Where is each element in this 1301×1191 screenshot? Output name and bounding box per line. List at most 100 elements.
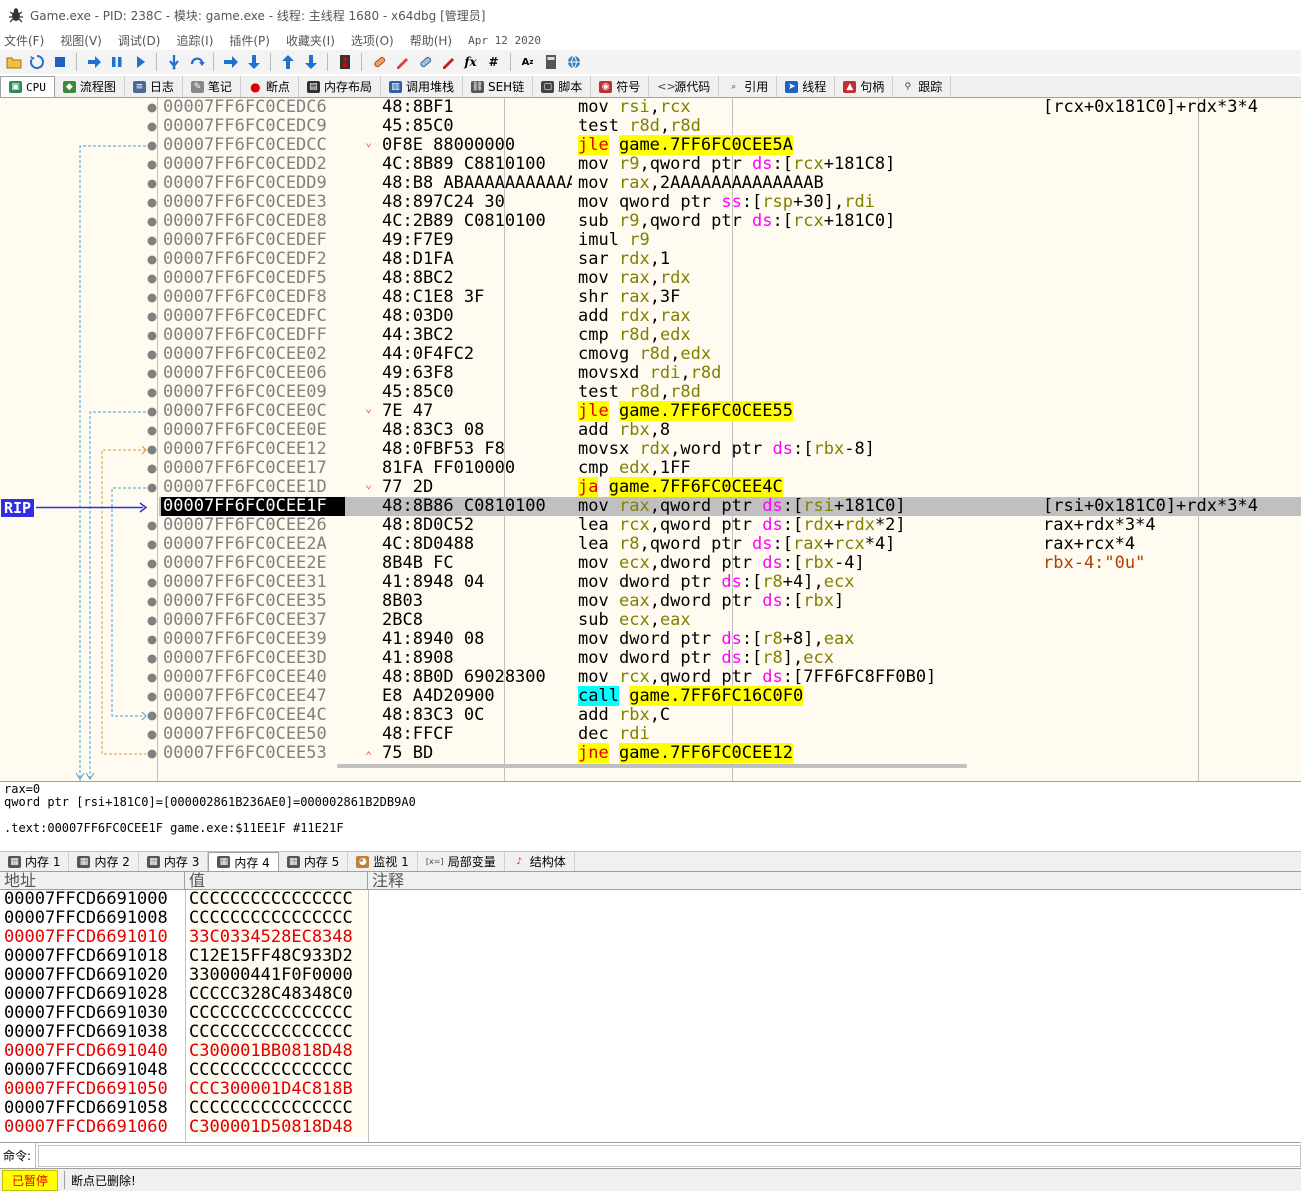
tab-script[interactable]: ▢ 脚本: [533, 76, 592, 97]
disasm-row[interactable]: 00007FF6FC0CEDE3 48:897C24 30 mov qword pt…: [159, 193, 1301, 212]
dump-row[interactable]: 00007FFCD6691020 330000441F0F0000: [0, 966, 1301, 985]
disasm-row[interactable]: 00007FF6FC0CEE1F 48:8B86 C0810100 mov rax,…: [159, 497, 1301, 516]
tab-notes[interactable]: ✎ 笔记: [183, 76, 241, 97]
tab-graph[interactable]: ◆ 流程图: [55, 76, 125, 97]
disasm-row[interactable]: ⌄ 00007FF6FC0CEE1D 77 2D ja game.7FF6FC0CEE…: [159, 477, 1301, 497]
stop-trace-icon[interactable]: [335, 53, 354, 72]
tab-log[interactable]: ≡ 日志: [125, 76, 183, 97]
dump-row[interactable]: 00007FFCD6691008 CCCCCCCCCCCCCCCC: [0, 909, 1301, 928]
function-icon[interactable]: fx: [461, 53, 480, 72]
trace-into-icon[interactable]: [221, 53, 240, 72]
disasm-row[interactable]: ⌄ 00007FF6FC0CEDCC 0F8E 88000000 jle game.7…: [159, 135, 1301, 155]
disasm-row[interactable]: 00007FF6FC0CEE35 8B03 mov eax,dword ptr ds…: [159, 592, 1301, 611]
trace-over-icon[interactable]: [244, 53, 263, 72]
label-icon[interactable]: [415, 53, 434, 72]
tab-trace[interactable]: ⚲ 跟踪: [893, 76, 952, 97]
dump-row[interactable]: 00007FFCD6691010 33C0334528EC8348: [0, 928, 1301, 947]
command-input[interactable]: [38, 1144, 1301, 1167]
disasm-row[interactable]: 00007FF6FC0CEE3D 41:8908 mov dword ptr ds:…: [159, 649, 1301, 668]
disasm-row[interactable]: 00007FF6FC0CEDF2 48:D1FA sar rdx,1: [159, 250, 1301, 269]
disasm-row[interactable]: 00007FF6FC0CEDF5 48:8BC2 mov rax,rdx: [159, 269, 1301, 288]
tab-seh[interactable]: ⛓ SEH链: [463, 76, 534, 97]
disasm-row[interactable]: 00007FF6FC0CEE39 41:8940 08 mov dword ptr …: [159, 630, 1301, 649]
disasm-row[interactable]: 00007FF6FC0CEDFC 48:03D0 add rdx,rax: [159, 307, 1301, 326]
dump-row[interactable]: 00007FFCD6691030 CCCCCCCCCCCCCCCC: [0, 1004, 1301, 1023]
tab-breakpoints[interactable]: ● 断点: [241, 76, 299, 97]
disasm-row[interactable]: 00007FF6FC0CEE2A 4C:8D0488 lea r8,qword pt…: [159, 535, 1301, 554]
comment-icon[interactable]: [392, 53, 411, 72]
menu-trace[interactable]: 追踪(I): [176, 32, 213, 49]
open-icon[interactable]: [4, 53, 23, 72]
disasm-row[interactable]: 00007FF6FC0CEDC6 48:8BF1 mov rsi,rcx [rcx+0…: [159, 98, 1301, 117]
step-into-icon[interactable]: [164, 53, 183, 72]
tab-memory-4[interactable]: ▦ 内存 4: [208, 852, 279, 871]
disasm-row[interactable]: 00007FF6FC0CEE31 41:8948 04 mov dword ptr …: [159, 573, 1301, 592]
disassembly-table[interactable]: 00007FF6FC0CEDC6 48:8BF1 mov rsi,rcx [rcx+0…: [159, 98, 1301, 781]
restart-icon[interactable]: [27, 53, 46, 72]
disasm-row[interactable]: 00007FF6FC0CEE0E 48:83C3 08 add rbx,8: [159, 421, 1301, 440]
tab-references[interactable]: ⌕ 引用: [719, 76, 778, 97]
dump-row[interactable]: 00007FFCD6691060 C300001D50818D48: [0, 1118, 1301, 1137]
menu-favourites[interactable]: 收藏夹(I): [286, 32, 335, 49]
disasm-row[interactable]: 00007FF6FC0CEDFF 44:3BC2 cmp r8d,edx: [159, 326, 1301, 345]
globe-icon[interactable]: [564, 53, 583, 72]
disasm-row[interactable]: 00007FF6FC0CEE06 49:63F8 movsxd rdi,r8d: [159, 364, 1301, 383]
tab-locals[interactable]: [x=] 局部变量: [418, 852, 505, 871]
tab-memory-1[interactable]: ▦ 内存 1: [0, 852, 70, 871]
tab-handles[interactable]: ▲ 句柄: [835, 76, 894, 97]
tab-symbols[interactable]: ◉ 符号: [591, 76, 650, 97]
dump-row[interactable]: 00007FFCD6691048 CCCCCCCCCCCCCCCC: [0, 1061, 1301, 1080]
tab-memory-5[interactable]: ▦ 内存 5: [279, 852, 349, 871]
tab-memory-map[interactable]: ▤ 内存布局: [299, 76, 381, 97]
tab-threads[interactable]: ➤ 线程: [777, 76, 836, 97]
disasm-row[interactable]: 00007FF6FC0CEDD9 48:B8 ABAAAAAAAAAAAAAA mo…: [159, 174, 1301, 193]
disasm-row[interactable]: 00007FF6FC0CEE47 E8 A4D20900 call game.7FF…: [159, 686, 1301, 706]
pause-icon[interactable]: [107, 53, 126, 72]
disasm-row[interactable]: ⌄ 00007FF6FC0CEE0C 7E 47 jle game.7FF6FC0CE…: [159, 401, 1301, 421]
close-icon[interactable]: [50, 53, 69, 72]
disasm-row[interactable]: ⌃ 00007FF6FC0CEE53 75 BD jne game.7FF6FC0CE…: [159, 743, 1301, 763]
menu-debug[interactable]: 调试(D): [118, 32, 161, 49]
disassembly-view[interactable]: RIP 00007FF6FC0CEDC6 48:8BF1 mov rsi,rcx [r…: [0, 98, 1301, 781]
dump-row[interactable]: 00007FFCD6691018 C12E15FF48C933D2: [0, 947, 1301, 966]
tab-watch-1[interactable]: ◕ 监视 1: [348, 852, 418, 871]
strings-icon[interactable]: Az: [518, 53, 537, 72]
dump-row[interactable]: 00007FFCD6691028 CCCCC328C48348C0: [0, 985, 1301, 1004]
disasm-row[interactable]: 00007FF6FC0CEE2E 8B4B FC mov ecx,dword ptr…: [159, 554, 1301, 573]
horizontal-scrollbar[interactable]: [337, 764, 967, 768]
run-to-user-code-icon[interactable]: [301, 53, 320, 72]
memory-dump[interactable]: 地址 值 注释 00007FFCD6691000 CCCCCCCCCCCCCCCC…: [0, 872, 1301, 1142]
disasm-row[interactable]: 00007FF6FC0CEE12 48:0FBF53 F8 movsx rdx,wo…: [159, 440, 1301, 459]
disasm-row[interactable]: 00007FF6FC0CEDC9 45:85C0 test r8d,r8d: [159, 117, 1301, 136]
tab-source[interactable]: <> 源代码: [649, 76, 720, 97]
run-icon[interactable]: [84, 53, 103, 72]
header-comment[interactable]: 注释: [368, 872, 1301, 890]
disasm-row[interactable]: 00007FF6FC0CEE02 44:0F4FC2 cmovg r8d,edx: [159, 345, 1301, 364]
tab-call-stack[interactable]: ▥ 调用堆栈: [381, 76, 463, 97]
dump-row[interactable]: 00007FFCD6691040 C300001BB0818D48: [0, 1042, 1301, 1061]
bookmark-icon[interactable]: [438, 53, 457, 72]
dump-row[interactable]: 00007FFCD6691058 CCCCCCCCCCCCCCCC: [0, 1099, 1301, 1118]
execute-till-return-icon[interactable]: [278, 53, 297, 72]
disasm-row[interactable]: 00007FF6FC0CEDF8 48:C1E8 3F shr rax,3F: [159, 288, 1301, 307]
disasm-row[interactable]: 00007FF6FC0CEE40 48:8B0D 69028300 mov rcx,…: [159, 668, 1301, 687]
dump-row[interactable]: 00007FFCD6691000 CCCCCCCCCCCCCCCC: [0, 890, 1301, 909]
tab-memory-2[interactable]: ▦ 内存 2: [69, 852, 139, 871]
disasm-row[interactable]: 00007FF6FC0CEE37 2BC8 sub ecx,eax: [159, 611, 1301, 630]
menu-options[interactable]: 选项(O): [351, 32, 394, 49]
tab-memory-3[interactable]: ▦ 内存 3: [139, 852, 209, 871]
menu-file[interactable]: 文件(F): [4, 32, 44, 49]
hash-icon[interactable]: #: [484, 53, 503, 72]
disasm-row[interactable]: 00007FF6FC0CEDEF 49:F7E9 imul r9: [159, 231, 1301, 250]
dump-row[interactable]: 00007FFCD6691038 CCCCCCCCCCCCCCCC: [0, 1023, 1301, 1042]
dump-row[interactable]: 00007FFCD6691050 CCC300001D4C818B: [0, 1080, 1301, 1099]
disasm-row[interactable]: 00007FF6FC0CEDE8 4C:2B89 C0810100 sub r9,q…: [159, 212, 1301, 231]
menu-view[interactable]: 视图(V): [60, 32, 102, 49]
disasm-row[interactable]: 00007FF6FC0CEE4C 48:83C3 0C add rbx,C: [159, 706, 1301, 725]
tab-cpu[interactable]: ▣ CPU: [0, 76, 55, 97]
disasm-row[interactable]: 00007FF6FC0CEE26 48:8D0C52 lea rcx,qword p…: [159, 516, 1301, 535]
tab-struct[interactable]: ♪ 结构体: [505, 852, 575, 871]
step-over-icon[interactable]: [187, 53, 206, 72]
disasm-row[interactable]: 00007FF6FC0CEDD2 4C:8B89 C8810100 mov r9,q…: [159, 155, 1301, 174]
menu-plugins[interactable]: 插件(P): [229, 32, 270, 49]
